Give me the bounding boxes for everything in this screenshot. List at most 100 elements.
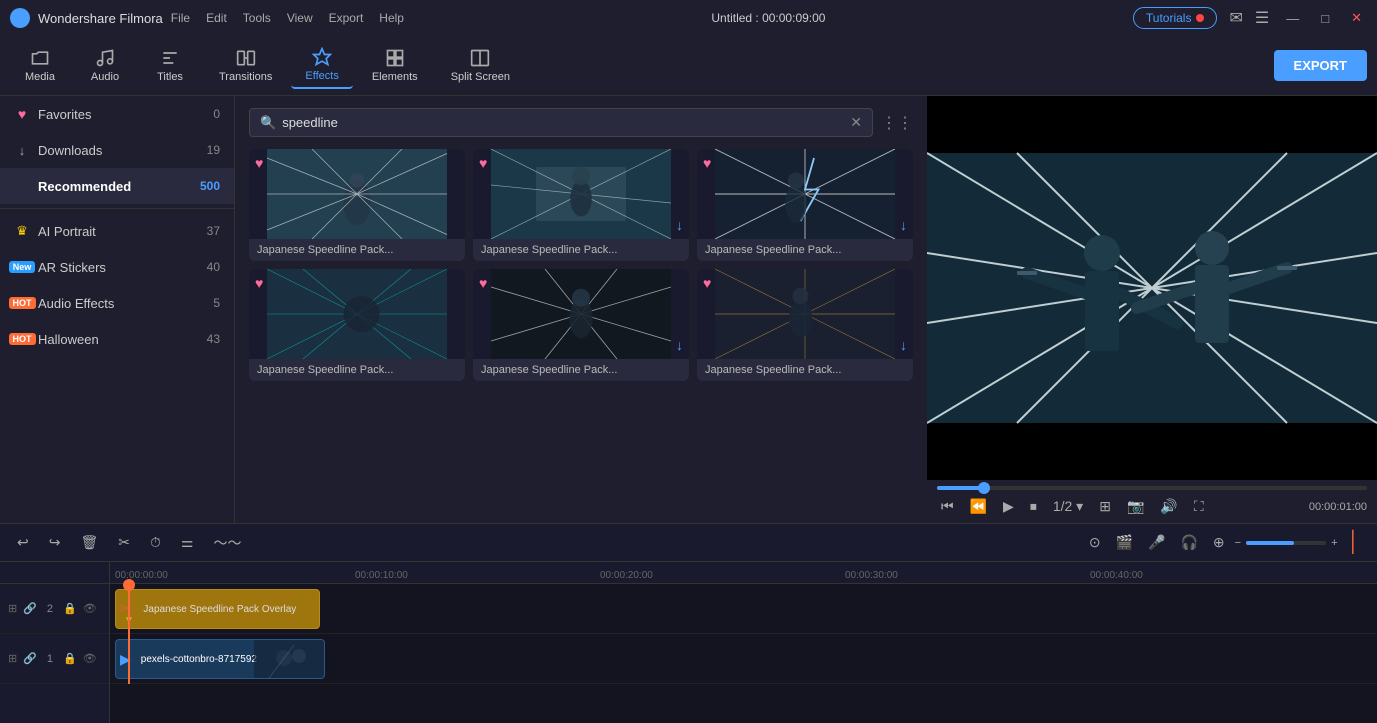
effect-dl-6[interactable]: ↓ — [900, 337, 907, 353]
zoom-slider[interactable] — [1246, 541, 1326, 545]
toolbar-transitions[interactable]: Transitions — [205, 43, 286, 88]
effect-fav-1[interactable]: ♥ — [255, 155, 263, 171]
maximize-button[interactable]: □ — [1316, 11, 1334, 26]
progress-fill — [937, 486, 984, 490]
transitions-icon — [236, 48, 256, 68]
playhead[interactable] — [128, 584, 130, 684]
toolbar-effects[interactable]: Effects — [291, 42, 352, 89]
toolbar-titles[interactable]: Titles — [140, 43, 200, 88]
step-back-button[interactable]: ⏪ — [966, 496, 991, 517]
effect-fav-3[interactable]: ♥ — [703, 155, 711, 171]
expand-button[interactable]: ⊕ — [1208, 532, 1230, 553]
undo-button[interactable]: ↩ — [12, 532, 34, 553]
content-area: 🔍 ✕ ⋮⋮ — [235, 96, 927, 523]
delete-button[interactable]: 🗑 — [75, 532, 103, 553]
menu-file[interactable]: File — [171, 11, 190, 25]
effect-card-5[interactable]: ♥ ↓ Japanese Speedline Pack... — [473, 269, 689, 381]
stop-button[interactable]: ⏹ — [1026, 496, 1041, 517]
filter-button[interactable]: ⚌ — [176, 532, 199, 553]
sidebar-item-ai-portrait[interactable]: ♛ AI Portrait 37 — [0, 213, 234, 249]
preview-scene — [927, 96, 1377, 480]
ruler-mark-40: 00:00:40:00 — [1090, 570, 1143, 581]
speed-selector[interactable]: 1/2 ▾ — [1049, 496, 1087, 517]
sidebar-item-downloads[interactable]: ↓ Downloads 19 — [0, 132, 234, 168]
menu-export[interactable]: Export — [329, 11, 364, 25]
track1-lock-icon[interactable]: 🔒 — [63, 652, 77, 665]
app-name: Wondershare Filmora — [38, 11, 163, 26]
effect-dl-3[interactable]: ↓ — [900, 217, 907, 233]
menu-view[interactable]: View — [287, 11, 313, 25]
search-input[interactable] — [282, 115, 844, 130]
progress-bar[interactable] — [937, 486, 1367, 490]
tutorials-button[interactable]: Tutorials — [1133, 7, 1218, 29]
toolbar-audio[interactable]: Audio — [75, 43, 135, 88]
effect-card-2[interactable]: ♥ ↓ Japanese Speedline Pack... — [473, 149, 689, 261]
track2-lock-icon[interactable]: 🔒 — [63, 602, 77, 615]
cut-button[interactable]: ✂ — [113, 532, 135, 553]
track1-eye-icon[interactable]: 👁 — [83, 652, 97, 665]
search-clear-icon[interactable]: ✕ — [850, 114, 862, 131]
preview-video — [927, 96, 1377, 480]
audio-wave-button[interactable]: 〜〜 — [208, 531, 246, 555]
sidebar-item-favorites[interactable]: ♥ Favorites 0 — [0, 96, 234, 132]
track-row-1: ▶ pexels-cottonbro-8717592 — [110, 634, 1377, 684]
effect-card-6[interactable]: ♥ ↓ Japanese Speedline Pack... — [697, 269, 913, 381]
hot-badge-halloween: HOT — [14, 331, 30, 347]
track-clip-video[interactable]: ▶ pexels-cottonbro-8717592 — [115, 639, 325, 679]
zoom-out-button[interactable]: ⊙ — [1084, 532, 1106, 553]
track2-link-icon[interactable]: 🔗 — [23, 602, 37, 615]
volume-button[interactable]: 🔊 — [1156, 496, 1181, 517]
motion-button[interactable]: 🎬 — [1111, 532, 1138, 553]
track1-add-icon[interactable]: ⊞ — [8, 652, 17, 665]
effect-thumb-4: ♥ — [249, 269, 465, 359]
track2-add-icon[interactable]: ⊞ — [8, 602, 17, 615]
effect-dl-5[interactable]: ↓ — [676, 337, 683, 353]
sidebar-item-halloween[interactable]: HOT Halloween 43 — [0, 321, 234, 357]
effect-fav-2[interactable]: ♥ — [479, 155, 487, 171]
sidebar-item-audio-effects[interactable]: HOT Audio Effects 5 — [0, 285, 234, 321]
headphone-button[interactable]: 🎧 — [1175, 532, 1202, 553]
titles-icon — [160, 48, 180, 68]
redo-button[interactable]: ↪ — [44, 532, 66, 553]
effect-fav-4[interactable]: ♥ — [255, 275, 263, 291]
minimize-button[interactable]: — — [1281, 11, 1304, 26]
layout-button[interactable]: ⊞ — [1095, 496, 1115, 517]
preview-controls: ⏮ ⏪ ▶ ⏹ 1/2 ▾ ⊞ 📷 🔊 ⛶ 00:00:01:00 — [927, 480, 1377, 523]
play-button[interactable]: ▶ — [999, 496, 1018, 517]
time-display: 00:00:01:00 — [1309, 501, 1367, 513]
effect-name-4: Japanese Speedline Pack... — [249, 359, 465, 381]
close-button[interactable]: ✕ — [1346, 10, 1367, 26]
menu-help[interactable]: Help — [379, 11, 404, 25]
fullscreen-button[interactable]: ⛶ — [1190, 496, 1208, 517]
export-button[interactable]: EXPORT — [1274, 50, 1367, 81]
snapshot-button[interactable]: 📷 — [1123, 496, 1148, 517]
mic-button[interactable]: 🎤 — [1143, 532, 1170, 553]
effect-fav-5[interactable]: ♥ — [479, 275, 487, 291]
effect-card-3[interactable]: ♥ ↓ Japanese Speedline Pack... — [697, 149, 913, 261]
toolbar-split-screen[interactable]: Split Screen — [437, 43, 524, 88]
menu-edit[interactable]: Edit — [206, 11, 227, 25]
effect-card-4[interactable]: ♥ Japanese Speedline Pack... — [249, 269, 465, 381]
grid-view-button[interactable]: ⋮⋮ — [881, 113, 913, 133]
timeline-toolbar: ↩ ↪ 🗑 ✂ ⏱ ⚌ 〜〜 ⊙ 🎬 🎤 🎧 ⊕ − + │ — [0, 524, 1377, 562]
vertical-line-button: │ — [1343, 529, 1366, 556]
toolbar-media[interactable]: Media — [10, 43, 70, 88]
menu-icon[interactable]: ☰ — [1255, 8, 1269, 28]
effect-card-1[interactable]: ♥ Japanese Speedline Pack... — [249, 149, 465, 261]
main-area: ♥ Favorites 0 ↓ Downloads 19 Recommended… — [0, 96, 1377, 523]
sidebar-item-recommended[interactable]: Recommended 500 — [0, 168, 234, 204]
track-clip-overlay[interactable]: ✂ Japanese Speedline Pack Overlay ▼ — [115, 589, 320, 629]
menu-tools[interactable]: Tools — [243, 11, 271, 25]
toolbar-elements[interactable]: Elements — [358, 43, 432, 88]
sidebar-item-ar-stickers[interactable]: New AR Stickers 40 — [0, 249, 234, 285]
effect-dl-2[interactable]: ↓ — [676, 217, 683, 233]
skip-back-button[interactable]: ⏮ — [937, 496, 958, 517]
track1-link-icon[interactable]: 🔗 — [23, 652, 37, 665]
playhead-head — [123, 579, 135, 591]
heart-icon: ♥ — [14, 106, 30, 122]
mail-icon[interactable]: ✉ — [1229, 8, 1242, 28]
effect-fav-6[interactable]: ♥ — [703, 275, 711, 291]
clock-button[interactable]: ⏱ — [145, 532, 166, 553]
track2-eye-icon[interactable]: 👁 — [83, 602, 97, 615]
titlebar: Wondershare Filmora File Edit Tools View… — [0, 0, 1377, 36]
